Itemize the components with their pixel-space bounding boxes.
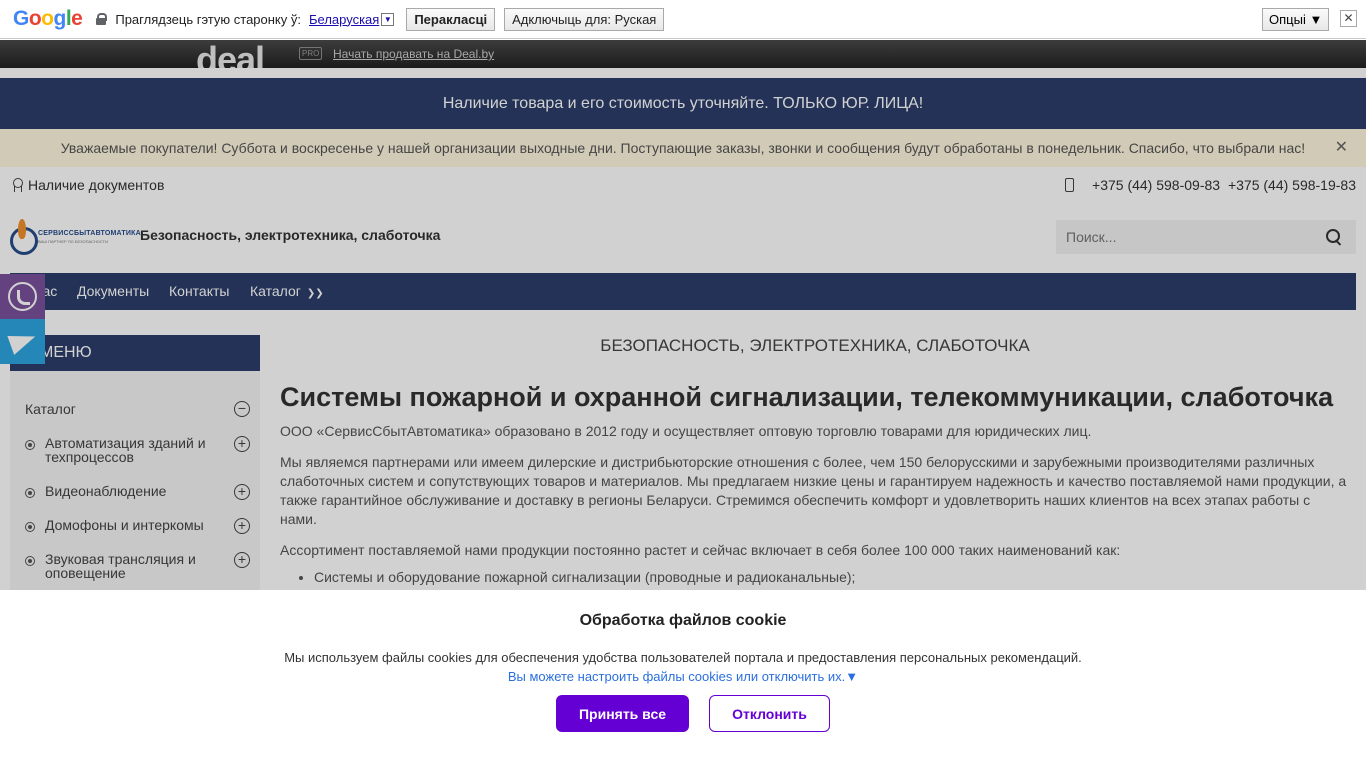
disable-translate-button[interactable]: Адключыць для: Руская	[504, 7, 665, 31]
language-select[interactable]: Беларуская	[309, 12, 379, 27]
lock-icon	[96, 13, 108, 25]
decline-button[interactable]: Отклонить	[709, 695, 830, 732]
accept-all-button[interactable]: Принять все	[556, 695, 689, 732]
cookie-title: Обработка файлов cookie	[579, 612, 787, 629]
translate-button[interactable]: Перакласці	[406, 7, 496, 31]
cookie-text: Мы используем файлы cookies для обеспече…	[284, 650, 1082, 665]
modal-overlay	[0, 40, 1366, 590]
cookie-buttons: Принять все Отклонить	[556, 695, 836, 732]
chevron-down-icon[interactable]: ▼	[381, 12, 395, 26]
translate-options-button[interactable]: Опцыі ▼	[1262, 8, 1330, 31]
translate-bar: Google Праглядзець гэтую старонку ў: Бел…	[0, 0, 1366, 39]
cookie-settings-link[interactable]: Вы можете настроить файлы cookies или от…	[0, 669, 1366, 684]
google-logo: Google	[13, 7, 83, 30]
close-icon[interactable]: ✕	[1340, 10, 1357, 27]
translate-prompt: Праглядзець гэтую старонку ў:	[115, 11, 301, 27]
cookie-banner: Обработка файлов cookie Мы используем фа…	[0, 590, 1366, 768]
